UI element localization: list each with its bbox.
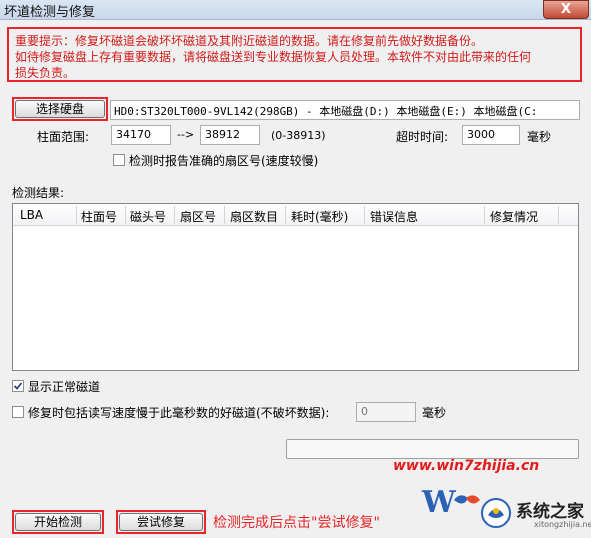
show-normal-label: 显示正常磁道	[28, 380, 101, 394]
warning-box: 重要提示：修复坏磁道会破坏坏磁道及其附近磁道的数据。请在修复前先做好数据备份。 …	[7, 27, 582, 82]
slow-threshold-input[interactable]: 0	[356, 402, 416, 422]
brand-url: xitongzhijia.net	[534, 520, 591, 529]
repair-slow-checkbox[interactable]	[12, 406, 24, 418]
col-lba[interactable]: LBA	[20, 208, 43, 222]
disk-info-field[interactable]: HD0:ST320LT000-9VL142(298GB) - 本地磁盘(D:) …	[110, 100, 580, 120]
range-arrow: -->	[177, 128, 195, 141]
window-title: 坏道检测与修复	[4, 5, 96, 20]
report-sector-checkbox[interactable]	[113, 154, 125, 166]
cylinder-range-label: 柱面范围:	[37, 130, 90, 144]
warning-line-1: 重要提示：修复坏磁道会破坏坏磁道及其附近磁道的数据。请在修复前先做好数据备份。	[15, 34, 484, 48]
brand-name: 系统之家	[516, 502, 584, 522]
cylinder-start-input[interactable]: 34170	[111, 125, 171, 145]
col-time[interactable]: 耗时(毫秒)	[291, 208, 348, 225]
results-label: 检测结果:	[12, 186, 65, 200]
watermark-text: www.win7zhijia.cn	[393, 458, 540, 474]
warning-line-2: 如待修复磁盘上存有重要数据，请将磁盘送到专业数据恢复人员处理。本软件不对由此带来…	[15, 50, 532, 64]
win7-logo-icon: W	[421, 485, 480, 520]
svg-text:W: W	[421, 485, 457, 520]
results-table-header: LBA 柱面号 磁头号 扇区号 扇区数目 耗时(毫秒) 错误信息 修复情况	[13, 204, 578, 226]
close-button[interactable]: X	[543, 0, 589, 19]
disk-info-text: HD0:ST320LT000-9VL142(298GB) - 本地磁盘(D:) …	[114, 105, 538, 118]
results-table[interactable]: LBA 柱面号 磁头号 扇区号 扇区数目 耗时(毫秒) 错误信息 修复情况	[12, 203, 579, 371]
show-normal-checkbox[interactable]	[12, 380, 24, 392]
col-head[interactable]: 磁头号	[130, 208, 166, 225]
report-sector-label: 检测时报告准确的扇区号(速度较慢)	[129, 154, 319, 168]
col-repair[interactable]: 修复情况	[490, 208, 538, 225]
try-repair-button[interactable]: 尝试修复	[119, 513, 203, 531]
title-bar: 坏道检测与修复	[0, 0, 591, 20]
cylinder-end-input[interactable]: 38912	[200, 125, 260, 145]
repair-slow-label: 修复时包括读写速度慢于此毫秒数的好磁道(不破坏数据):	[28, 406, 330, 420]
col-cylinder[interactable]: 柱面号	[81, 208, 117, 225]
brand-logo: 系统之家 xitongzhijia.net	[480, 493, 591, 533]
cylinder-range-hint: (0-38913)	[271, 129, 326, 142]
timeout-label: 超时时间:	[396, 130, 449, 144]
brand-icon	[481, 498, 511, 528]
annotation-text: 检测完成后点击"尝试修复"	[213, 515, 380, 531]
start-detection-button[interactable]: 开始检测	[15, 513, 101, 531]
warning-line-3: 损失负责。	[15, 66, 76, 80]
col-sector-count[interactable]: 扇区数目	[230, 208, 278, 225]
col-sector[interactable]: 扇区号	[180, 208, 216, 225]
timeout-input[interactable]: 3000	[462, 125, 520, 145]
checkmark-icon	[13, 382, 23, 390]
slow-threshold-unit: 毫秒	[422, 406, 447, 420]
progress-bar	[286, 439, 579, 459]
timeout-unit: 毫秒	[527, 130, 552, 144]
select-disk-button[interactable]: 选择硬盘	[15, 100, 105, 118]
col-error[interactable]: 错误信息	[370, 208, 418, 225]
